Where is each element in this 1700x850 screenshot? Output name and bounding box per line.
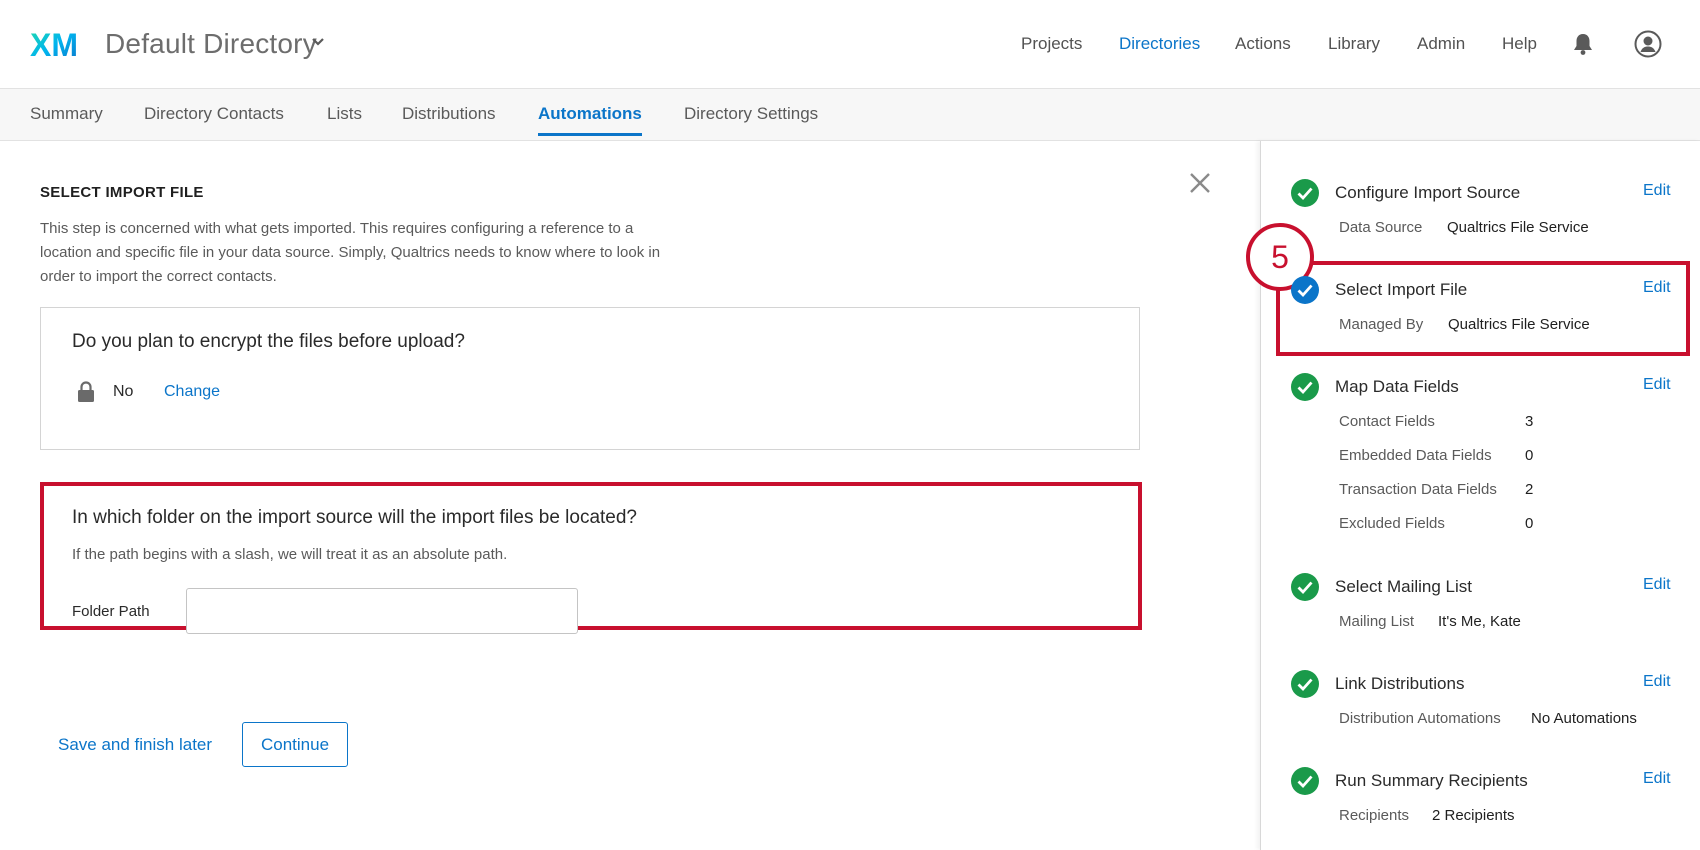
check-circle-icon	[1291, 179, 1319, 207]
edit-link[interactable]: Edit	[1643, 279, 1671, 297]
edit-link[interactable]: Edit	[1643, 576, 1671, 594]
close-icon[interactable]	[1188, 171, 1212, 195]
nav-help[interactable]: Help	[1502, 34, 1537, 54]
edit-link[interactable]: Edit	[1643, 770, 1671, 788]
current-step-check-icon	[1291, 276, 1319, 304]
edit-link[interactable]: Edit	[1643, 673, 1671, 691]
tab-directory-settings[interactable]: Directory Settings	[684, 104, 818, 136]
folder-path-input[interactable]	[186, 588, 578, 634]
highlight-box	[1276, 261, 1690, 356]
user-icon[interactable]	[1634, 30, 1662, 58]
encrypt-card: Do you plan to encrypt the files before …	[40, 307, 1140, 450]
step-name: Select Mailing List	[1335, 577, 1473, 596]
step-detail: Managed By Qualtrics File Service	[1339, 316, 1590, 333]
directory-tabs: Summary Directory Contacts Lists Distrib…	[0, 89, 1700, 141]
save-and-finish-later-link[interactable]: Save and finish later	[58, 735, 212, 755]
step-name: Configure Import Source	[1335, 183, 1521, 202]
main-panel: SELECT IMPORT FILE This step is concerne…	[0, 141, 1260, 850]
tab-directory-contacts[interactable]: Directory Contacts	[144, 104, 284, 136]
tab-lists[interactable]: Lists	[327, 104, 362, 136]
edit-link[interactable]: Edit	[1643, 376, 1671, 394]
encrypt-answer: No	[113, 383, 134, 400]
step-detail: Contact Fields 3	[1339, 413, 1534, 430]
bell-icon[interactable]	[1572, 32, 1594, 56]
nav-actions[interactable]: Actions	[1235, 34, 1291, 54]
step-detail: Embedded Data Fields 0	[1339, 447, 1534, 464]
step-name: Run Summary Recipients	[1335, 771, 1528, 790]
step-name: Select Import File	[1335, 280, 1468, 299]
check-circle-icon	[1291, 573, 1319, 601]
tab-summary[interactable]: Summary	[30, 104, 103, 136]
nav-admin[interactable]: Admin	[1417, 34, 1465, 54]
nav-library[interactable]: Library	[1328, 34, 1380, 54]
nav-projects[interactable]: Projects	[1021, 34, 1082, 54]
check-circle-icon	[1291, 373, 1319, 401]
check-circle-icon	[1291, 670, 1319, 698]
lock-icon	[78, 381, 94, 402]
automation-steps-sidebar: Configure Import Source Edit Data Source…	[1246, 141, 1700, 850]
step-detail: Excluded Fields 0	[1339, 515, 1534, 532]
folder-question: In which folder on the import source wil…	[72, 507, 637, 528]
check-circle-icon	[1291, 767, 1319, 795]
folder-hint: If the path begins with a slash, we will…	[72, 546, 508, 563]
step-detail: Transaction Data Fields 2	[1339, 481, 1534, 498]
continue-button[interactable]: Continue	[242, 722, 348, 767]
step-detail: Distribution Automations No Automations	[1339, 710, 1637, 727]
top-header: XM Default Directory Projects Directorie…	[0, 0, 1700, 89]
step-detail: Recipients 2 Recipients	[1339, 807, 1515, 824]
encrypt-question: Do you plan to encrypt the files before …	[72, 331, 465, 352]
change-link[interactable]: Change	[164, 383, 220, 401]
tab-automations[interactable]: Automations	[538, 104, 642, 136]
tab-distributions[interactable]: Distributions	[402, 104, 496, 136]
section-title: SELECT IMPORT FILE	[40, 184, 204, 201]
step-detail: Mailing List It's Me, Kate	[1339, 613, 1521, 630]
step-name: Link Distributions	[1335, 674, 1465, 693]
edit-link[interactable]: Edit	[1643, 182, 1671, 200]
step-detail: Data Source Qualtrics File Service	[1339, 219, 1589, 236]
section-description: This step is concerned with what gets im…	[40, 220, 661, 285]
folder-path-card: In which folder on the import source wil…	[40, 482, 1142, 634]
nav-directories[interactable]: Directories	[1119, 34, 1200, 54]
folder-path-label: Folder Path	[72, 603, 150, 620]
main-nav: Projects Directories Actions Library Adm…	[0, 34, 1700, 58]
step-name: Map Data Fields	[1335, 377, 1459, 396]
